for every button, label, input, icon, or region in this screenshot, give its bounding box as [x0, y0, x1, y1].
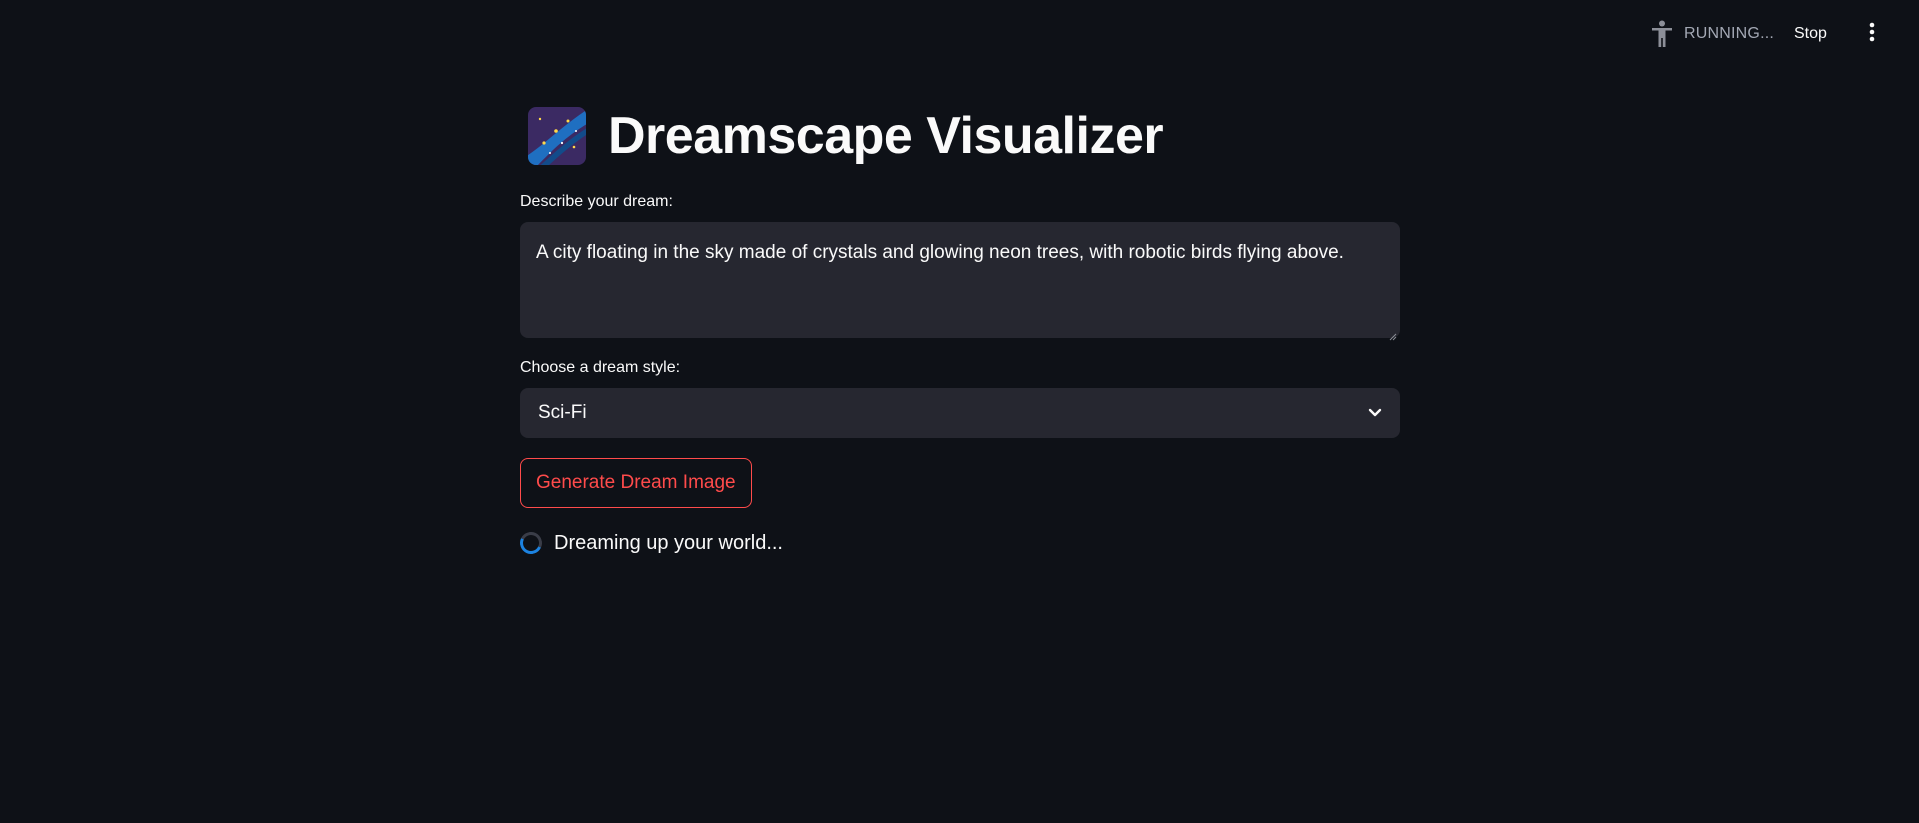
spinner-text: Dreaming up your world... [554, 531, 783, 554]
vertical-ellipsis-icon [1869, 22, 1875, 47]
page-title: Dreamscape Visualizer [608, 107, 1164, 165]
running-man-icon [1648, 18, 1676, 50]
spinner-icon [516, 528, 546, 558]
app-header: RUNNING... Stop [0, 0, 1919, 68]
style-select[interactable]: Sci-Fi [520, 388, 1400, 438]
generate-dream-button[interactable]: Generate Dream Image [520, 458, 752, 508]
style-select-value: Sci-Fi [538, 402, 587, 423]
running-status-label: RUNNING... [1684, 25, 1774, 42]
dream-textarea-value: A city floating in the sky made of cryst… [536, 242, 1344, 263]
loading-spinner-row: Dreaming up your world... [516, 528, 1400, 558]
milky-way-icon [528, 107, 586, 165]
dream-input-label: Describe your dream: [520, 193, 673, 210]
dream-textarea[interactable]: A city floating in the sky made of cryst… [520, 222, 1400, 341]
resize-grip-icon[interactable] [1387, 325, 1397, 341]
page-title-row: Dreamscape Visualizer [520, 96, 1400, 176]
chevron-down-icon [1368, 402, 1382, 424]
main-menu-button[interactable] [1860, 18, 1884, 50]
running-status: RUNNING... [1648, 18, 1774, 50]
main-content: Dreamscape Visualizer Describe your drea… [516, 96, 1400, 558]
style-select-label: Choose a dream style: [520, 359, 681, 376]
stop-button[interactable]: Stop [1786, 18, 1835, 50]
